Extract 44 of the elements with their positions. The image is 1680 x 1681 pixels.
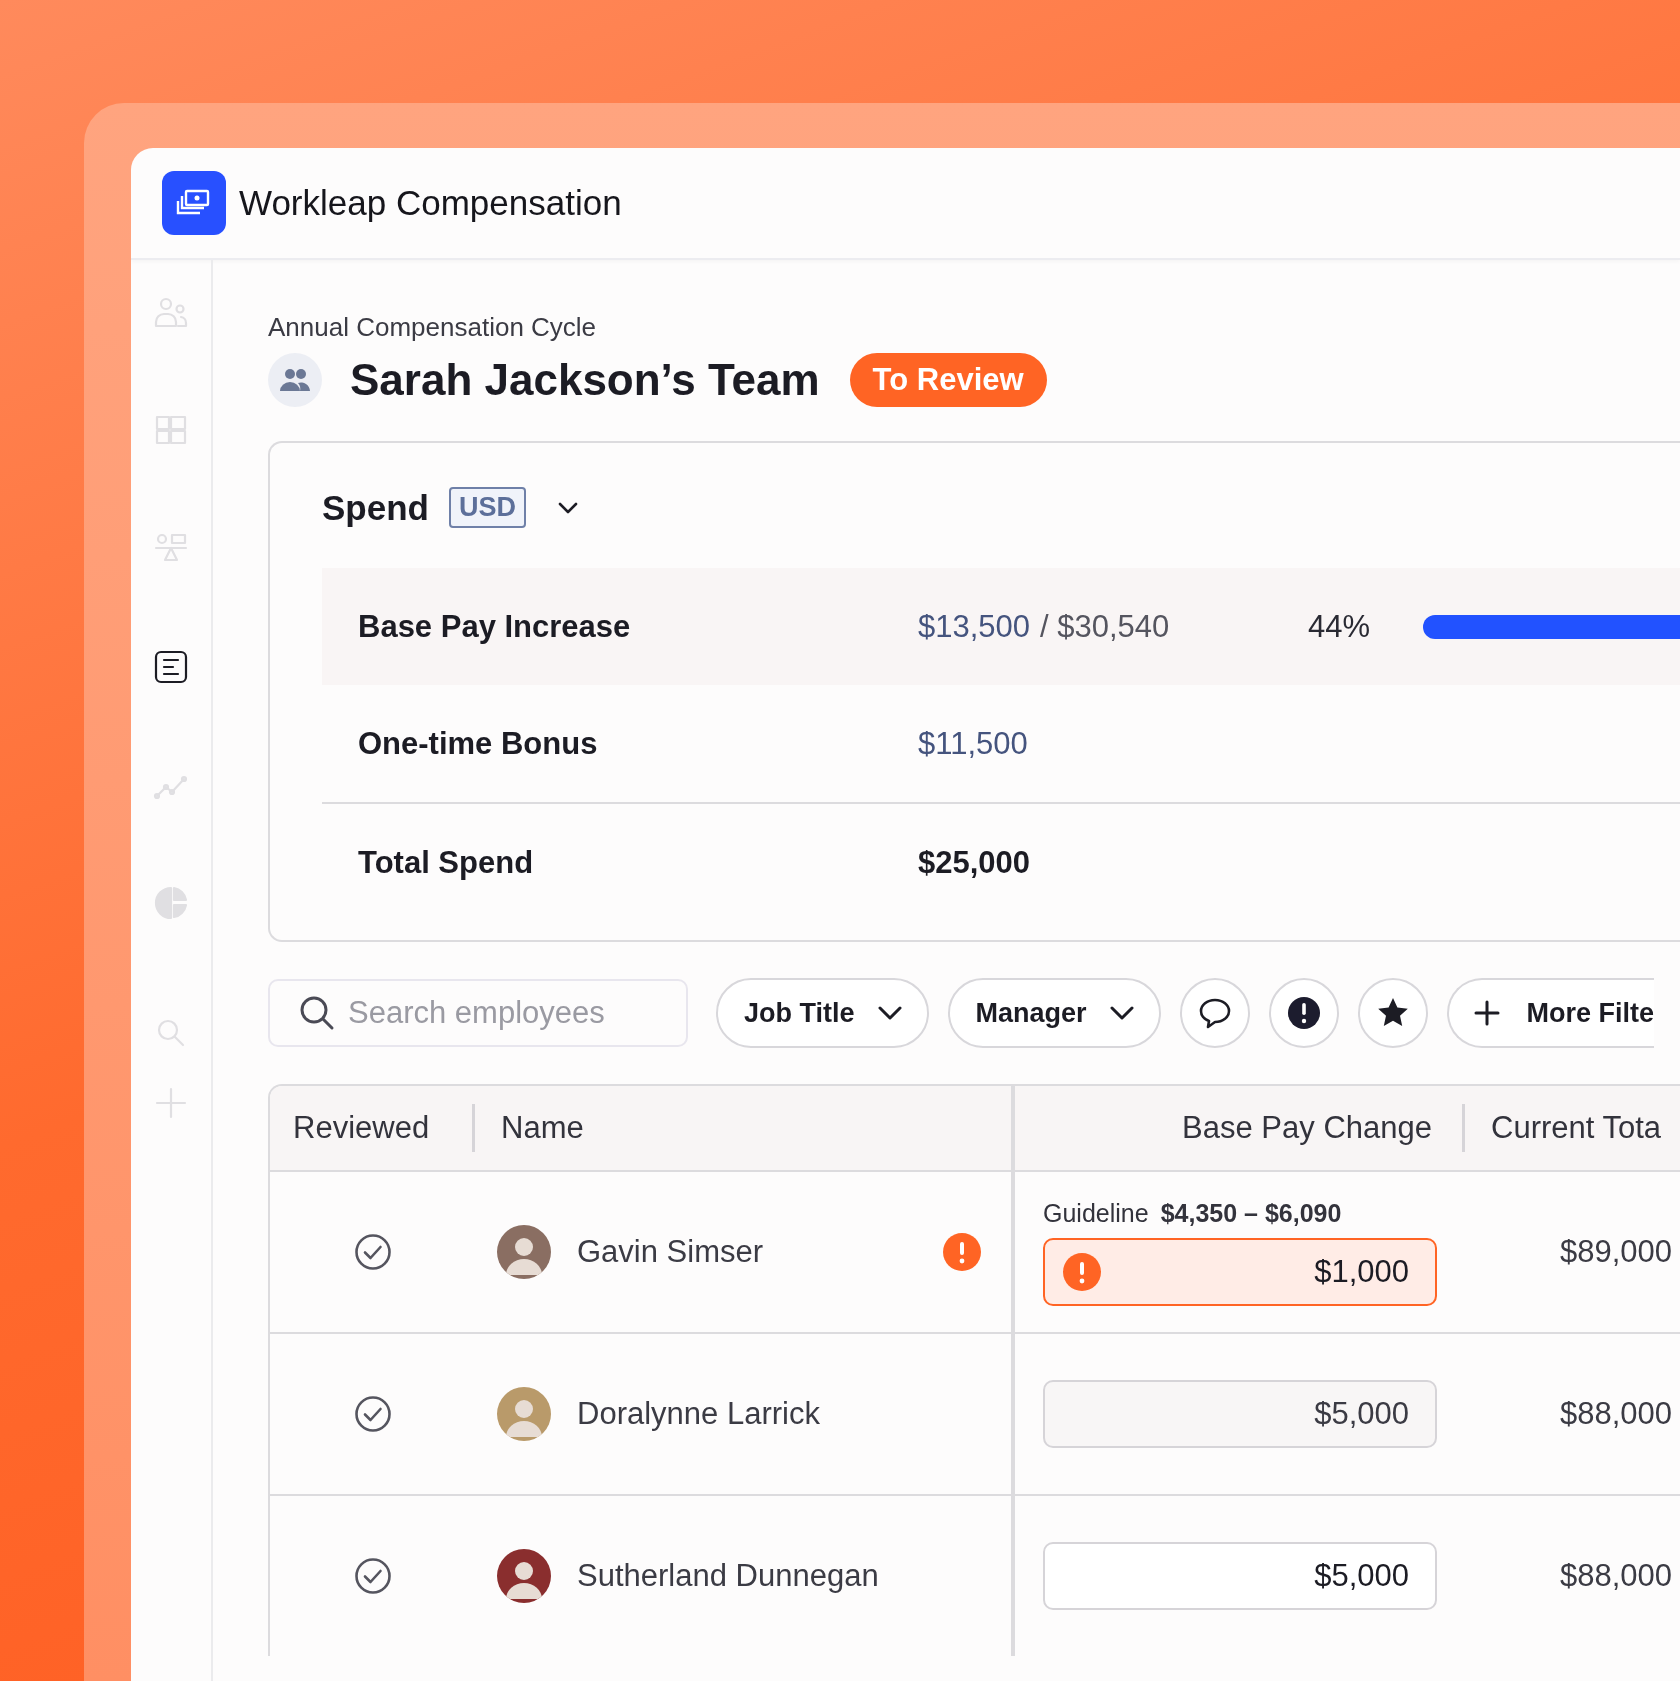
spend-percent: 44% [1308, 608, 1372, 645]
spend-label: Base Pay Increase [358, 608, 632, 645]
guideline-range: $4,350 – $6,090 [1160, 1198, 1342, 1228]
avatar-silhouette [497, 1225, 551, 1279]
spend-label: Total Spend [358, 845, 535, 881]
page-title: Sarah Jackson’s Team [350, 355, 820, 405]
base-pay-field[interactable]: $1,000 [1043, 1237, 1437, 1306]
avatar-silhouette [497, 1387, 551, 1441]
spend-budget: / $30,540 [1040, 608, 1170, 645]
filter-dropdown[interactable]: Manager [947, 978, 1161, 1048]
nav-list-icon[interactable] [152, 648, 190, 686]
search-icon [298, 994, 336, 1032]
employee-name[interactable]: Gavin Simser [577, 1234, 764, 1270]
chevron-down-icon [1108, 1004, 1135, 1022]
check-circle-icon[interactable] [353, 1233, 392, 1271]
base-pay-field[interactable]: $5,000 [1043, 1542, 1437, 1610]
check-circle-icon[interactable] [353, 1557, 392, 1595]
column-header[interactable]: Base Pay Change [1182, 1110, 1432, 1146]
filter-dropdown[interactable]: Job Title [716, 978, 929, 1048]
spend-title: Spend [322, 487, 429, 528]
employee-name[interactable]: Doralynne Larrick [577, 1396, 820, 1432]
column-header[interactable]: Current Tota [1491, 1110, 1661, 1146]
app-title: Workleap Compensation [239, 183, 622, 223]
warning-icon [1063, 1252, 1101, 1291]
more-filters-button[interactable]: More Filte [1446, 978, 1655, 1048]
status-badge: To Review [849, 353, 1047, 407]
currency-tag: USD [448, 487, 526, 528]
spend-label: One-time Bonus [358, 725, 599, 762]
money-stack-icon [162, 171, 226, 235]
chevron-down-icon [876, 1004, 903, 1022]
current-total: $88,000 [1559, 1396, 1672, 1432]
current-total: $88,000 [1559, 1558, 1672, 1594]
column-header[interactable]: Name [501, 1110, 584, 1146]
current-total: $89,000 [1559, 1234, 1672, 1270]
avatar-silhouette [497, 1549, 551, 1603]
guideline-label: Guideline [1043, 1198, 1149, 1228]
breadcrumb: Annual Compensation Cycle [268, 312, 598, 343]
spend-amount: $11,500 [918, 725, 1028, 762]
spend-amount: $25,000 [918, 845, 1031, 881]
plus-icon [1472, 999, 1501, 1027]
check-circle-icon[interactable] [353, 1395, 392, 1433]
spend-amount: $13,500 [918, 608, 1031, 645]
column-header[interactable]: Reviewed [293, 1110, 430, 1146]
employee-name[interactable]: Sutherland Dunnegan [577, 1558, 879, 1594]
